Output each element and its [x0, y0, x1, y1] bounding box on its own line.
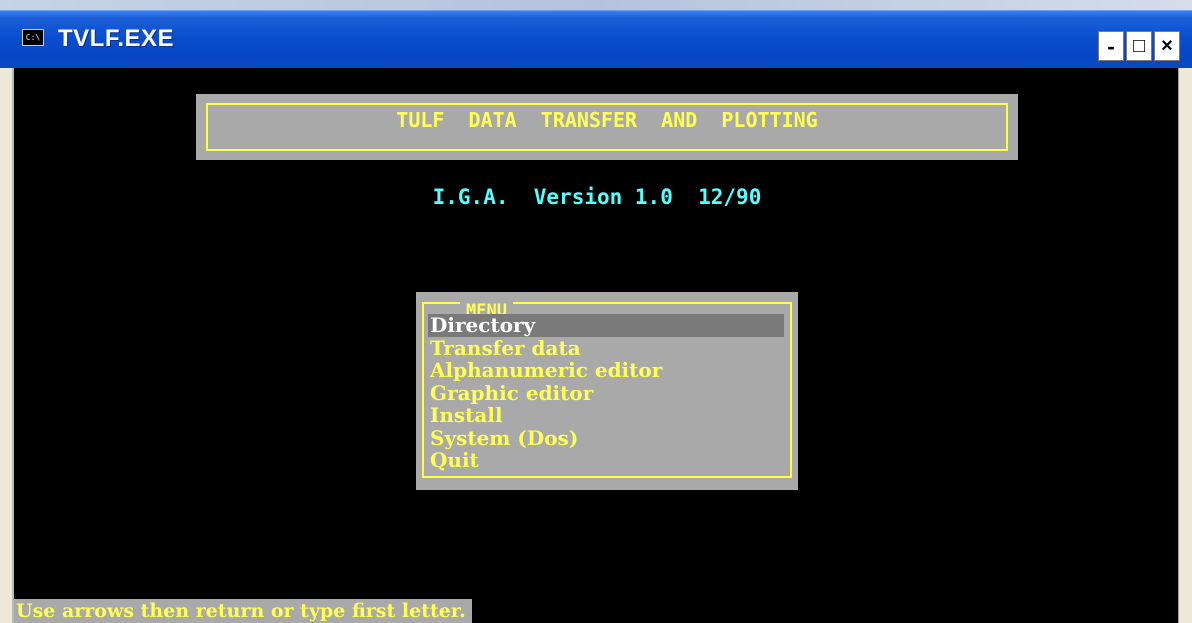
- main-menu: MENU Directory Transfer data Alphanumeri…: [416, 292, 798, 490]
- header-banner: TULF DATA TRANSFER AND PLOTTING: [196, 94, 1018, 160]
- menu-item-install[interactable]: Install: [428, 404, 784, 427]
- window-right-border: [1178, 68, 1192, 623]
- menu-item-quit[interactable]: Quit: [428, 449, 784, 472]
- background-window-edge: [0, 0, 1192, 10]
- menu-item-alphanumeric-editor[interactable]: Alphanumeric editor: [428, 359, 784, 382]
- program-title: TULF DATA TRANSFER AND PLOTTING: [396, 108, 818, 132]
- console-icon[interactable]: C:\: [22, 29, 44, 46]
- close-button[interactable]: ×: [1154, 31, 1180, 61]
- version-info: I.G.A. Version 1.0 12/90: [432, 185, 762, 209]
- minimize-button[interactable]: -: [1098, 31, 1124, 61]
- window-title: TVLF.EXE: [58, 25, 175, 52]
- maximize-button[interactable]: □: [1126, 31, 1152, 61]
- console-screen[interactable]: TULF DATA TRANSFER AND PLOTTING I.G.A. V…: [12, 68, 1178, 623]
- menu-list: Directory Transfer data Alphanumeric edi…: [428, 314, 784, 472]
- menu-item-graphic-editor[interactable]: Graphic editor: [428, 382, 784, 405]
- menu-item-directory[interactable]: Directory: [428, 314, 784, 337]
- menu-item-transfer-data[interactable]: Transfer data: [428, 337, 784, 360]
- menu-item-system-dos[interactable]: System (Dos): [428, 427, 784, 450]
- status-hint: Use arrows then return or type first let…: [14, 599, 472, 623]
- window-titlebar[interactable]: C:\ TVLF.EXE - □ ×: [0, 10, 1192, 68]
- console-window: C:\ TVLF.EXE - □ × TULF DATA TRANSFER AN…: [0, 0, 1192, 623]
